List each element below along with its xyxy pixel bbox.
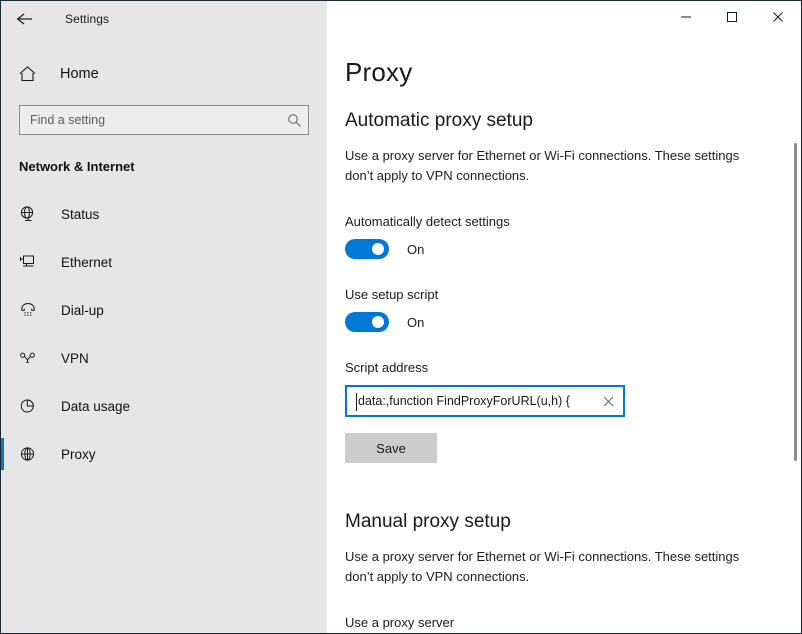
sidebar-item-label: VPN	[61, 350, 89, 366]
save-button[interactable]: Save	[345, 433, 437, 463]
section-heading-manual: Manual proxy setup	[345, 511, 511, 532]
search-icon[interactable]	[280, 113, 308, 128]
content-scrollbar[interactable]	[787, 37, 801, 633]
setup-script-label: Use setup script	[345, 287, 439, 302]
minimize-icon[interactable]	[663, 1, 709, 33]
sidebar-item-dial-up[interactable]: Dial-up	[1, 286, 327, 334]
auto-detect-toggle[interactable]	[345, 239, 389, 259]
setup-script-toggle[interactable]	[345, 312, 389, 332]
sidebar-item-label: Proxy	[61, 446, 96, 462]
scrollbar-thumb[interactable]	[794, 143, 797, 461]
sidebar-item-status[interactable]: Status	[1, 190, 327, 238]
sidebar: Home Network & Internet	[1, 37, 327, 633]
sidebar-item-proxy[interactable]: Proxy	[1, 430, 327, 478]
window-controls	[327, 1, 801, 37]
sidebar-item-label: Status	[61, 206, 100, 222]
script-address-value: data:,function FindProxyForURL(u,h) {	[358, 394, 570, 408]
sidebar-item-data-usage[interactable]: Data usage	[1, 382, 327, 430]
setup-script-state: On	[407, 314, 425, 330]
auto-detect-state: On	[407, 241, 425, 257]
sidebar-item-home[interactable]: Home	[1, 57, 327, 91]
search-box[interactable]	[19, 105, 309, 135]
search-input[interactable]	[20, 106, 280, 134]
setup-script-toggle-row: On	[345, 312, 779, 332]
section-description-manual: Use a proxy server for Ethernet or Wi-Fi…	[345, 549, 740, 584]
sidebar-item-vpn[interactable]: VPN	[1, 334, 327, 382]
title-bar: Settings	[1, 1, 801, 37]
home-icon	[18, 65, 40, 83]
section-description-automatic: Use a proxy server for Ethernet or Wi-Fi…	[345, 148, 740, 183]
sidebar-item-label: Data usage	[61, 398, 131, 414]
auto-detect-label: Automatically detect settings	[345, 214, 510, 229]
close-icon[interactable]	[593, 387, 623, 415]
pie-chart-icon	[19, 397, 43, 415]
home-label: Home	[60, 66, 99, 82]
settings-window: Settings Home Find a setting Network & I…	[0, 0, 802, 634]
script-address-field[interactable]: data:,function FindProxyForURL(u,h) {	[345, 385, 625, 417]
dialup-phone-icon	[19, 301, 43, 319]
auto-detect-toggle-row: On	[345, 239, 779, 259]
use-proxy-label: Use a proxy server	[345, 615, 455, 630]
ethernet-icon	[19, 253, 43, 271]
title-bar-left: Settings	[1, 1, 327, 37]
vpn-key-icon	[19, 349, 43, 367]
maximize-icon[interactable]	[709, 1, 755, 33]
text-caret	[356, 393, 357, 411]
page-title: Proxy	[345, 57, 413, 87]
sidebar-item-ethernet[interactable]: Ethernet	[1, 238, 327, 286]
sidebar-item-label: Dial-up	[61, 302, 104, 318]
script-address-label: Script address	[345, 360, 429, 375]
sidebar-category-title: Network & Internet	[19, 159, 135, 174]
sidebar-nav-list: Status Ethernet Dial-up VPN Data usage P…	[1, 190, 327, 478]
back-arrow-icon[interactable]	[3, 3, 47, 35]
content-pane: Proxy Automatic proxy setup Use a proxy …	[327, 37, 801, 633]
globe-status-icon	[19, 205, 43, 223]
toggle-knob	[372, 316, 384, 328]
sidebar-item-label: Ethernet	[61, 254, 113, 270]
section-heading-automatic: Automatic proxy setup	[345, 110, 533, 131]
window-title: Settings	[65, 12, 110, 26]
globe-icon	[19, 445, 43, 463]
toggle-knob	[372, 243, 384, 255]
close-icon[interactable]	[755, 1, 801, 33]
